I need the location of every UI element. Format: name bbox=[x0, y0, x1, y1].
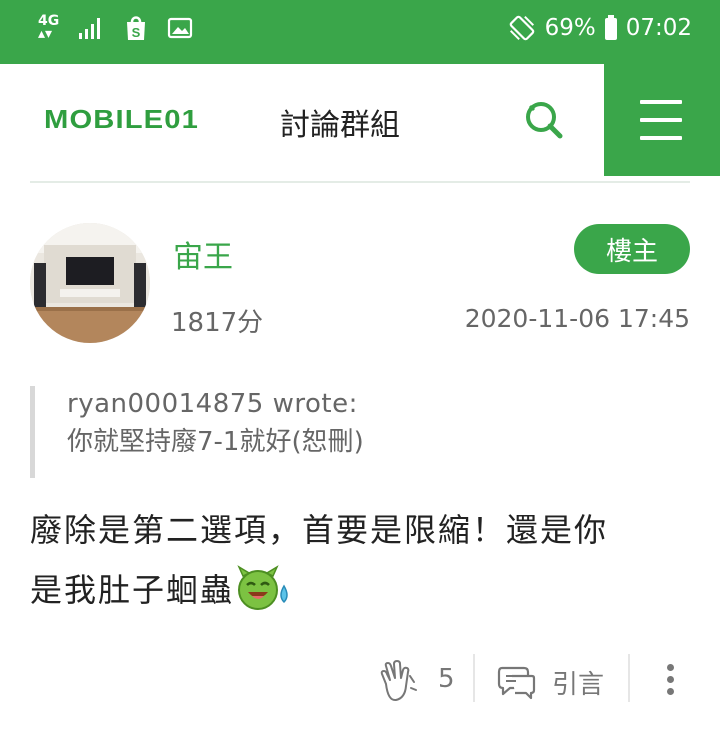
network-type-label: 4G bbox=[38, 13, 60, 29]
mobile01-logo[interactable]: MOBILE01 bbox=[44, 96, 259, 148]
clap-hands-icon bbox=[380, 660, 417, 702]
avatar-image bbox=[30, 223, 150, 343]
action-divider bbox=[628, 654, 630, 702]
search-icon bbox=[526, 102, 563, 139]
svg-text:MOBILE01: MOBILE01 bbox=[44, 104, 199, 134]
vibrate-icon bbox=[509, 15, 534, 41]
battery-icon bbox=[604, 15, 617, 40]
quote-button-label[interactable]: 引言 bbox=[552, 664, 604, 701]
section-title: 討論群組 bbox=[280, 108, 400, 143]
post-timestamp: 2020-11-06 17:45 bbox=[464, 304, 690, 333]
post-content-line: 是我肚子蛔蟲 bbox=[30, 571, 235, 609]
avatar[interactable] bbox=[30, 223, 150, 343]
menu-button[interactable] bbox=[604, 64, 720, 176]
like-button[interactable] bbox=[378, 660, 418, 704]
post-content: 廢除是第二選項，首要是限縮！還是你 是我肚子蛔蟲 bbox=[30, 500, 700, 620]
network-type-indicator: 4G ▴▾ bbox=[38, 13, 60, 42]
more-options-button[interactable] bbox=[660, 664, 680, 700]
hamburger-menu-icon bbox=[640, 136, 682, 140]
quote-author: ryan00014875 wrote: bbox=[67, 389, 358, 419]
author-name[interactable]: 宙王 bbox=[173, 232, 233, 276]
search-button[interactable] bbox=[524, 100, 564, 140]
post-content-line-2: 是我肚子蛔蟲 bbox=[30, 560, 700, 620]
owner-badge: 樓主 bbox=[574, 224, 690, 274]
more-vertical-icon bbox=[660, 664, 680, 695]
header-divider bbox=[30, 181, 690, 183]
hamburger-menu-icon bbox=[640, 100, 682, 104]
like-count: 5 bbox=[438, 664, 455, 694]
status-time: 07:02 bbox=[625, 15, 692, 41]
quote-bubble-icon bbox=[497, 666, 536, 700]
signal-strength-icon bbox=[79, 18, 101, 39]
sweat-smile-emoji-icon bbox=[237, 565, 288, 610]
author-score: 1817分 bbox=[171, 308, 264, 338]
quote-text: 你就堅持廢7-1就好(恕刪) bbox=[67, 427, 364, 457]
app-header: MOBILE01 討論群組 bbox=[0, 64, 720, 176]
post-content-line: 廢除是第二選項，首要是限縮！還是你 bbox=[30, 511, 609, 549]
quote-button[interactable] bbox=[496, 662, 536, 702]
mobile01-logo-icon: MOBILE01 bbox=[44, 104, 199, 134]
battery-percent: 69% bbox=[544, 15, 596, 41]
image-notification-icon bbox=[168, 17, 193, 39]
hamburger-menu-icon bbox=[640, 118, 682, 122]
status-bar-left: 4G ▴▾ S bbox=[38, 14, 193, 42]
status-bar-right: 69% 07:02 bbox=[507, 14, 692, 42]
status-bar: 4G ▴▾ S 69% 07:02 bbox=[0, 0, 720, 64]
quote-block: ryan00014875 wrote: 你就堅持廢7-1就好(恕刪) bbox=[30, 386, 670, 478]
shopping-bag-icon: S bbox=[127, 16, 146, 40]
svg-text:S: S bbox=[132, 25, 141, 40]
action-divider bbox=[473, 654, 475, 702]
post-actions: 5 引言 bbox=[0, 654, 720, 710]
